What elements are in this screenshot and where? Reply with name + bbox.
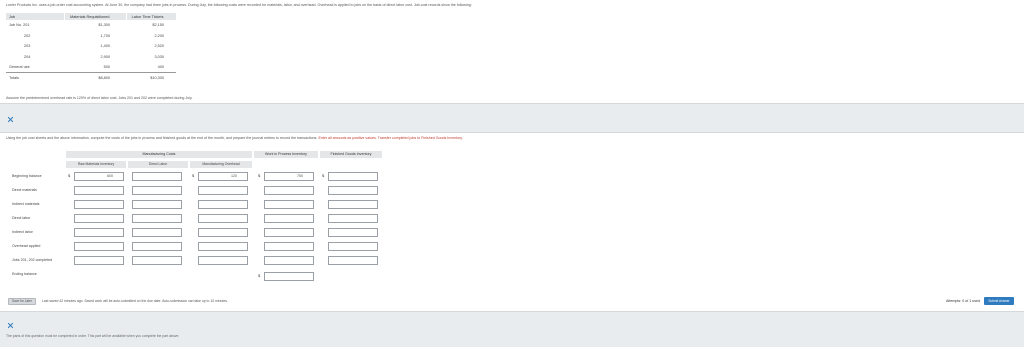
raw-materials-indirect-labor-input[interactable] [74,228,124,237]
row-label-overhead-applied: Overhead applied [12,244,41,248]
overhead-direct-materials-input[interactable] [198,186,248,195]
footer-bar: Save for Later Last saved 42 minutes ago… [0,294,1024,312]
row-label-indirect-labor: Indirect labor [12,230,33,234]
table-cell: 2,900 [100,54,110,59]
overhead-jobs-completed-input[interactable] [198,256,248,265]
save-for-later-button[interactable]: Save for Later [8,298,36,305]
table-row-totals: Totals $8,800 $10,300 [6,73,176,84]
save-status-text: Last saved 42 minutes ago. Saved work wi… [42,299,228,303]
overhead-overhead-applied-input[interactable] [198,242,248,251]
direct-labor-header: Direct Labor [128,161,188,168]
col-header-labor: Labor Time Tickets [126,13,177,20]
answer-panel: Using the job cost sheets and the above … [0,132,1024,312]
raw-materials-direct-labor-input[interactable] [74,214,124,223]
direct-labor-beginning-input[interactable] [132,172,182,181]
finished-goods-header: Finished Goods Inventory [320,151,382,158]
table-cell: 3,030 [154,54,164,59]
direct-labor-indirect-labor-input[interactable] [132,228,182,237]
table-cell: $1,300 [98,23,110,28]
col-header-materials: Materials Requisitioned [64,13,127,20]
question-note: Assume the predetermined overhead rate i… [6,96,193,100]
wip-ending-balance-input[interactable] [264,272,314,281]
direct-labor-overhead-applied-input[interactable] [132,242,182,251]
overhead-indirect-labor-input[interactable] [198,228,248,237]
wip-header: Work in Process Inventory [254,151,318,158]
dollar-sign: $ [322,173,325,178]
direct-labor-direct-materials-input[interactable] [132,186,182,195]
raw-materials-header: Raw Materials Inventory [66,161,126,168]
mfg-overhead-header: Manufacturing Overhead [190,161,252,168]
overhead-beginning-input[interactable]: 120 [198,172,248,181]
table-cell: Job No. 201 [9,23,30,28]
question-intro-text: Lonier Products Inc. uses a job-order co… [6,3,472,7]
table-cell: General use [6,62,64,73]
instruction-highlight: Enter all amounts as positive values. Tr… [318,136,463,140]
table-cell: Totals [9,76,19,80]
direct-labor-indirect-materials-input[interactable] [132,200,182,209]
table-cell: 2,200 [154,33,164,38]
table-cell: 202 [24,33,31,38]
direct-labor-jobs-completed-input[interactable] [132,256,182,265]
table-cell: 1,700 [100,33,110,38]
row-label-beginning-balance: Beginning balance [12,174,42,178]
manufacturing-costs-header: Manufacturing Costs [66,151,252,158]
finished-goods-beginning-input[interactable] [328,172,378,181]
raw-materials-overhead-applied-input[interactable] [74,242,124,251]
table-cell: 204 [24,54,31,59]
raw-materials-indirect-materials-input[interactable] [74,200,124,209]
col-header-job: Job [6,13,65,20]
finished-goods-indirect-materials-input[interactable] [328,200,378,209]
dollar-sign: $ [258,173,261,178]
finished-goods-indirect-labor-input[interactable] [328,228,378,237]
table-row: General use 500 400 [6,62,176,73]
raw-materials-jobs-completed-input[interactable] [74,256,124,265]
wip-jobs-completed-input[interactable] [264,256,314,265]
table-cell: $2,150 [152,23,164,28]
instruction-text: Using the job cost sheets and the above … [6,136,319,140]
table-cell: $10,300 [150,76,164,80]
wip-overhead-applied-input[interactable] [264,242,314,251]
table-cell: 500 [64,62,126,73]
dollar-sign: $ [192,173,195,178]
finished-goods-direct-labor-input[interactable] [328,214,378,223]
finished-goods-direct-materials-input[interactable] [328,186,378,195]
table-cell: 2,520 [154,44,164,49]
row-label-indirect-materials: Indirect materials [12,202,40,206]
answer-instructions: Using the job cost sheets and the above … [6,136,463,140]
finished-goods-overhead-applied-input[interactable] [328,242,378,251]
incorrect-x-icon [7,322,14,329]
table-cell: $8,800 [98,76,110,80]
table-cell: 400 [126,62,176,73]
cost-data-table: Job Materials Requisitioned Labor Time T… [6,13,177,83]
raw-materials-direct-materials-input[interactable] [74,186,124,195]
submit-answer-button[interactable]: Submit Answer [984,297,1014,305]
wip-indirect-labor-input[interactable] [264,228,314,237]
row-label-direct-materials: Direct materials [12,188,37,192]
table-row: 202 1,700 2,200 [6,31,176,42]
row-label-direct-labor: Direct labor [12,216,31,220]
raw-materials-beginning-input[interactable]: 600 [74,172,124,181]
table-row: 204 2,900 3,030 [6,52,176,63]
wip-direct-materials-input[interactable] [264,186,314,195]
table-cell: 1,400 [100,44,110,49]
row-label-ending-balance: Ending balance [12,272,37,276]
question-intro-panel: Lonier Products Inc. uses a job-order co… [0,0,1024,104]
dollar-sign: $ [258,273,261,278]
incorrect-x-icon [7,116,14,123]
attempts-counter: Attempts: 0 of 1 used [946,299,980,303]
table-row: 203 1,400 2,520 [6,41,176,52]
table-cell: 203 [24,44,31,49]
wip-indirect-materials-input[interactable] [264,200,314,209]
finished-goods-jobs-completed-input[interactable] [328,256,378,265]
overhead-direct-labor-input[interactable] [198,214,248,223]
next-part-note: The parts of this question must be compl… [6,334,180,338]
row-label-jobs-completed: Jobs 201, 202 completed [12,258,53,262]
wip-direct-labor-input[interactable] [264,214,314,223]
dollar-sign: $ [68,173,71,178]
overhead-indirect-materials-input[interactable] [198,200,248,209]
table-row: Job No. 201 $1,300 $2,150 [6,20,176,31]
wip-beginning-input[interactable]: 750 [264,172,314,181]
direct-labor-direct-labor-input[interactable] [132,214,182,223]
